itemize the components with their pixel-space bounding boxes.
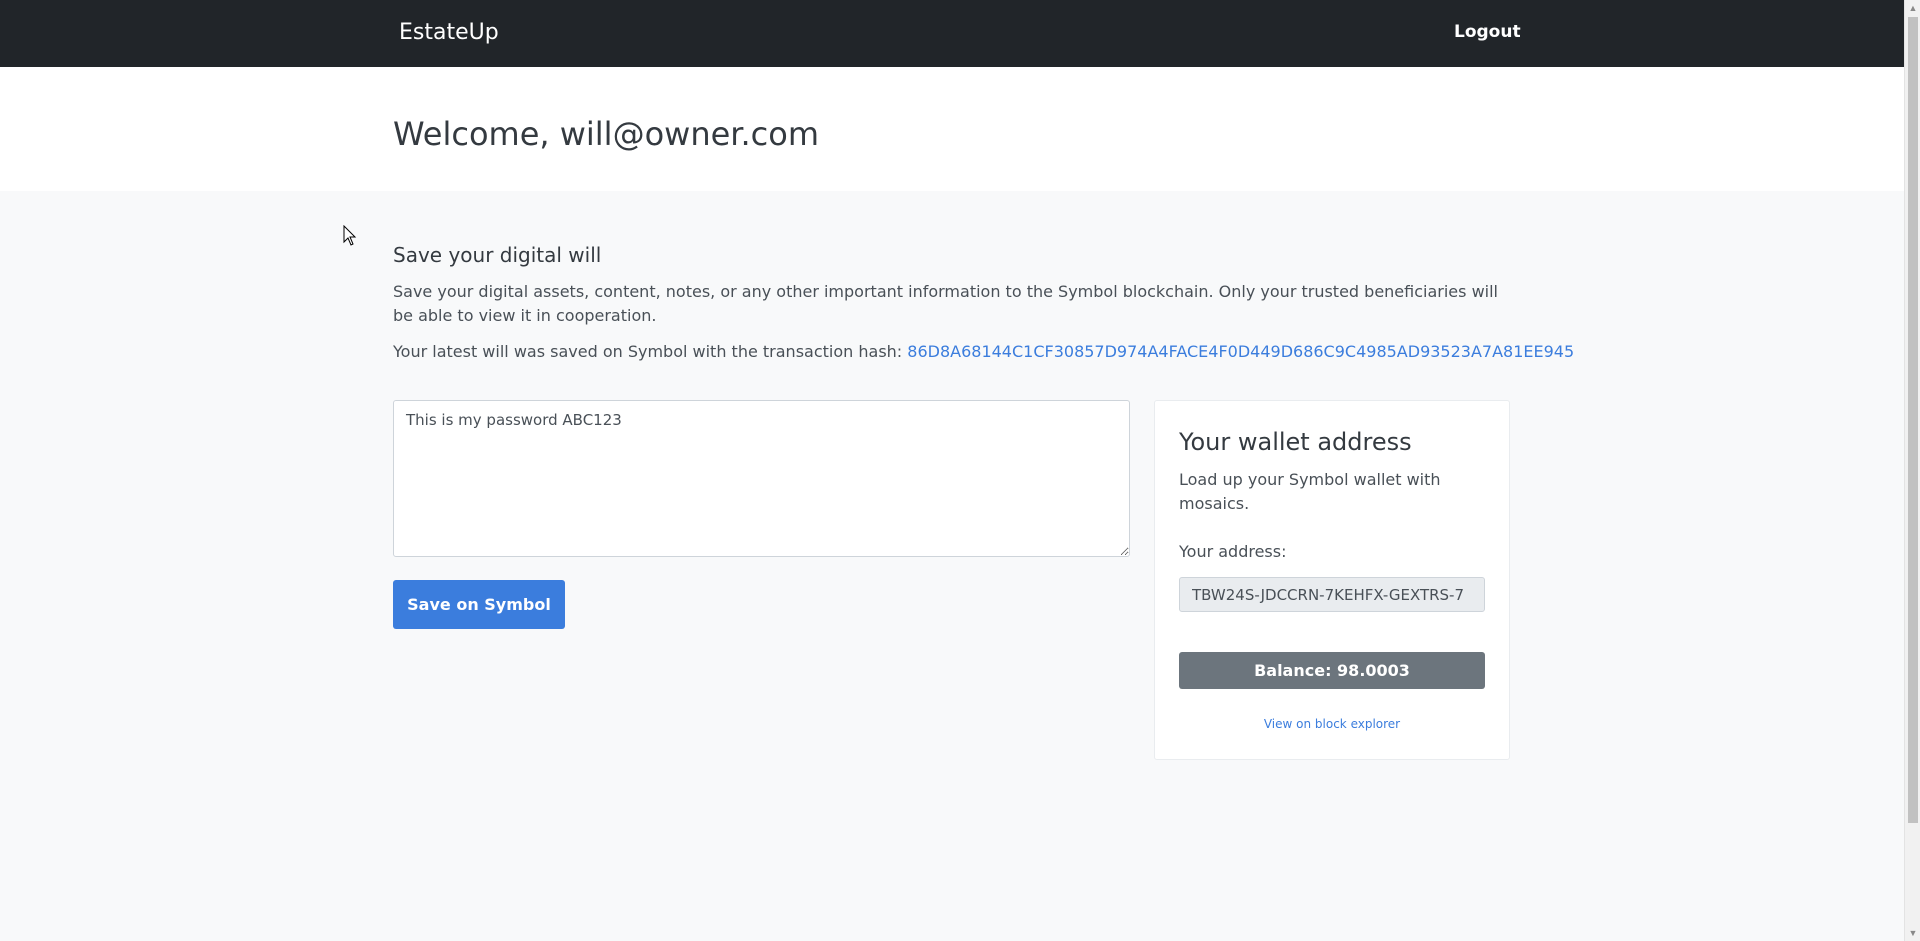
block-explorer-link[interactable]: View on block explorer xyxy=(1155,717,1509,731)
will-textarea[interactable]: This is my password ABC123 xyxy=(393,400,1130,557)
scroll-down-arrow-icon[interactable]: ▼ xyxy=(1905,925,1920,941)
welcome-header: Welcome, will@owner.com xyxy=(0,67,1904,191)
address-label: Your address: xyxy=(1179,542,1287,561)
section-description: Save your digital assets, content, notes… xyxy=(393,282,1498,325)
transaction-hash-line: Your latest will was saved on Symbol wit… xyxy=(393,340,1574,364)
wallet-description: Load up your Symbol wallet with mosaics. xyxy=(1179,470,1441,513)
brand-logo[interactable]: EstateUp xyxy=(399,20,499,45)
scroll-thumb[interactable] xyxy=(1908,17,1918,823)
transaction-hash-link[interactable]: 86D8A68144C1CF30857D974A4FACE4F0D449D686… xyxy=(907,342,1574,361)
wallet-title: Your wallet address xyxy=(1179,428,1412,456)
section-title: Save your digital will xyxy=(393,243,602,267)
top-navbar: EstateUp Logout xyxy=(0,0,1904,67)
page-title: Welcome, will@owner.com xyxy=(393,115,820,153)
wallet-card: Your wallet address Load up your Symbol … xyxy=(1154,400,1510,760)
wallet-address-field[interactable] xyxy=(1179,577,1485,612)
save-on-symbol-button[interactable]: Save on Symbol xyxy=(393,580,565,629)
page-scrollbar[interactable]: ▲ ▼ xyxy=(1904,0,1920,941)
mouse-pointer-icon xyxy=(343,225,357,246)
logout-link[interactable]: Logout xyxy=(1454,22,1521,42)
scroll-up-arrow-icon[interactable]: ▲ xyxy=(1905,0,1920,16)
hash-prefix-text: Your latest will was saved on Symbol wit… xyxy=(393,342,903,361)
balance-button[interactable]: Balance: 98.0003 xyxy=(1179,652,1485,689)
